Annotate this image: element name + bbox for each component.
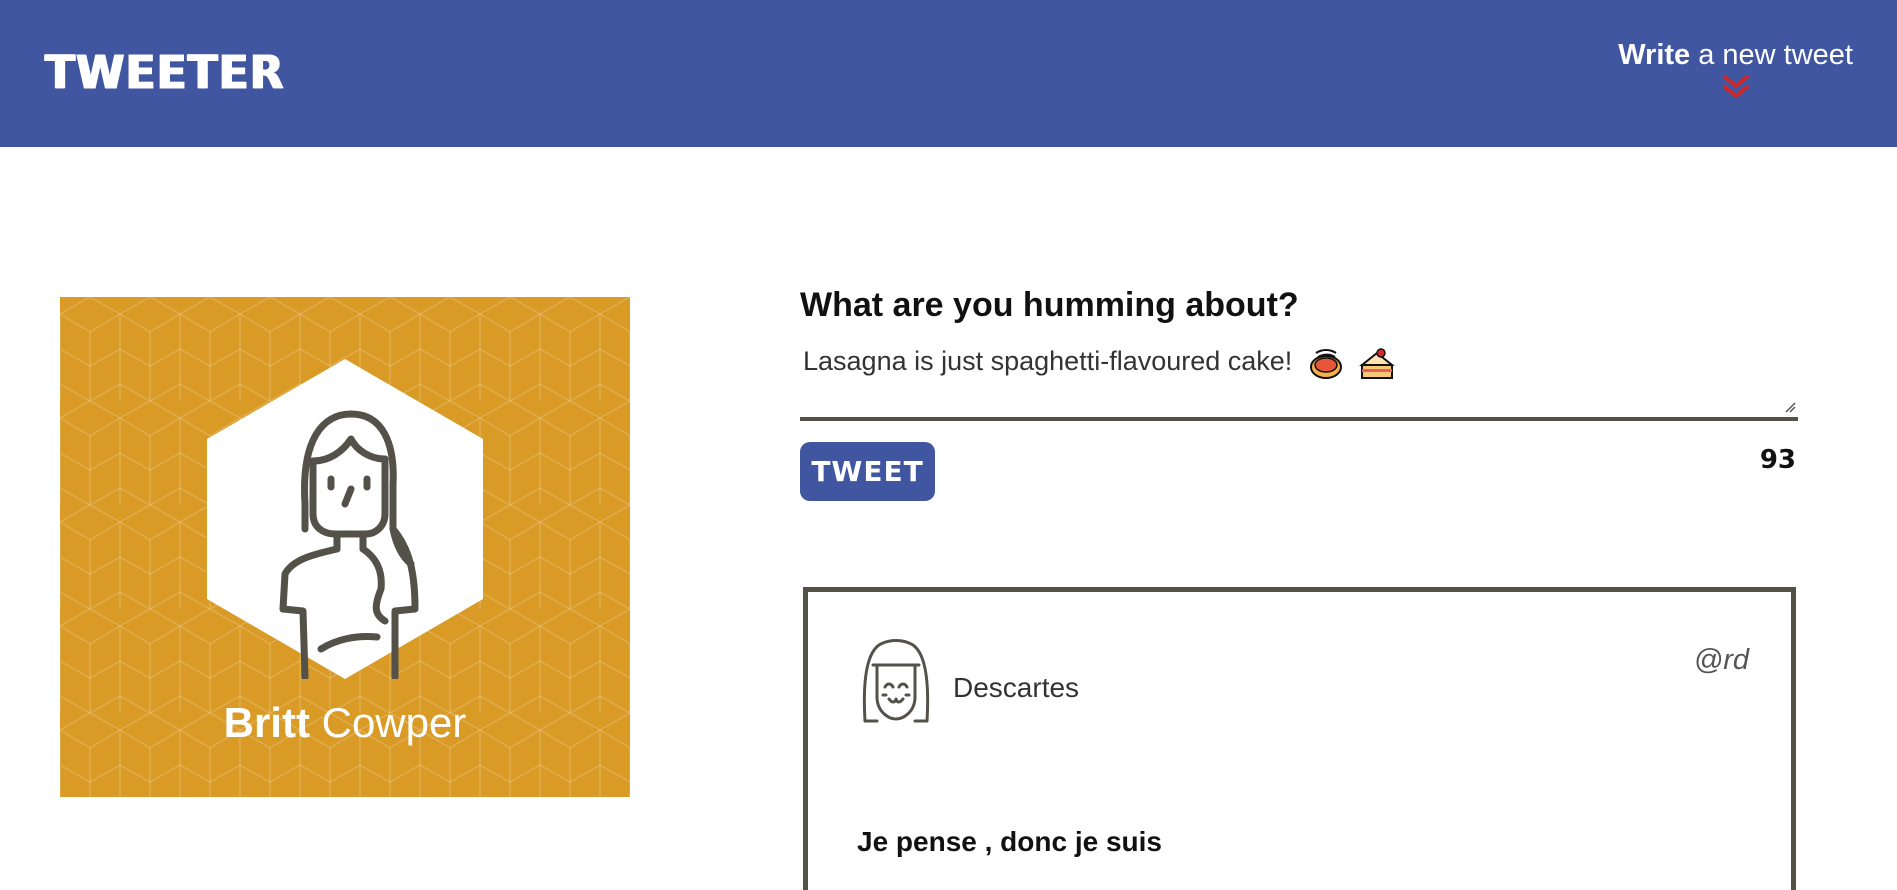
profile-last-name: Cowper [309,699,467,746]
character-counter: 93 [1759,445,1796,475]
cake-emoji [1359,348,1396,379]
tweet-content: Je pense , donc je suis [857,826,1163,857]
compose-toggle-label[interactable]: Write a new tweet [1618,39,1853,72]
tweet-button[interactable]: TWEET [800,442,935,501]
tweet-header: Descartes [859,637,1079,731]
profile-first-name: Britt [223,699,310,746]
woman-avatar-icon [207,359,483,679]
composer-actions: TWEET 93 [800,442,1798,502]
compose-toggle-bold: Write [1618,39,1691,71]
compose-toggle[interactable]: Write a new tweet [1618,39,1853,100]
profile-card: Britt Cowper [60,297,630,797]
double-chevron-down-icon[interactable] [1722,74,1750,100]
resize-grip-icon[interactable] [1784,401,1796,413]
spaghetti-emoji [1309,349,1342,379]
compose-toggle-rest: a new tweet [1690,39,1853,71]
tweet-input-value[interactable]: Lasagna is just spaghetti-flavoured cake… [803,345,1396,381]
tweet-card: Descartes @rd Je pense , donc je suis [803,587,1796,890]
navbar: TWEETER Write a new tweet [0,0,1897,147]
tweet-author-name: Descartes [953,672,1080,703]
profile-name: Britt Cowper [60,699,630,747]
tweet-input[interactable]: Lasagna is just spaghetti-flavoured cake… [800,339,1798,421]
tweet-input-text: Lasagna is just spaghetti-flavoured cake… [803,346,1293,377]
brand-logo[interactable]: TWEETER [45,47,285,101]
tweet-composer: What are you humming about? Lasagna is j… [800,286,1798,502]
tweet-author-handle: @rd [1693,644,1749,676]
girl-avatar-icon [862,639,930,723]
composer-label: What are you humming about? [800,286,1299,324]
